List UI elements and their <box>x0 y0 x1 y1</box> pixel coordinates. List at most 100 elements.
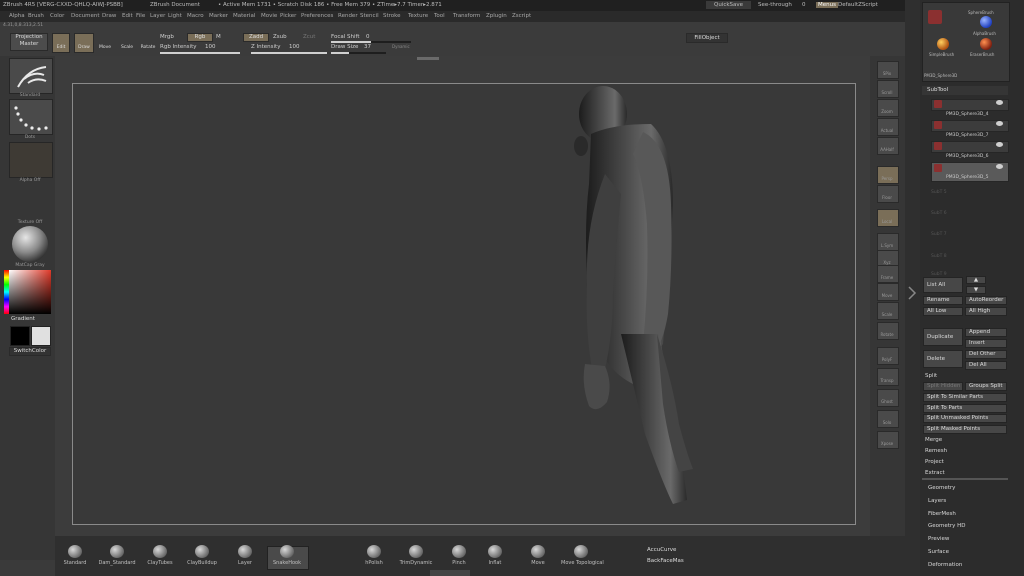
projection-master-button[interactable]: Projection Master <box>10 33 48 51</box>
menu-macro[interactable]: Macro <box>187 13 204 19</box>
zoom-button[interactable] <box>877 99 899 117</box>
accucurve-button[interactable]: AccuCurve <box>647 547 676 553</box>
split-hidden-button[interactable]: Split Hidden <box>923 382 963 391</box>
brush-selector[interactable] <box>9 58 53 94</box>
brush-name-alpha[interactable]: AlphaBrush <box>973 31 996 36</box>
brush-layer-icon[interactable] <box>238 545 252 558</box>
menu-stroke[interactable]: Stroke <box>383 13 401 19</box>
panel-tray-divider[interactable] <box>905 0 920 576</box>
xpose-button[interactable] <box>877 431 899 449</box>
draw-button[interactable]: Draw <box>74 33 94 53</box>
brush-move-topological-icon[interactable] <box>574 545 588 558</box>
empty-subtool-slot[interactable]: SubT 5 <box>931 190 947 195</box>
duplicate-button[interactable]: Duplicate <box>923 328 963 346</box>
main-color-swatch[interactable] <box>10 326 30 346</box>
solo-button[interactable] <box>877 410 899 428</box>
brush-name-sphere[interactable]: SphereBrush <box>968 10 994 15</box>
stroke-selector[interactable] <box>9 99 53 135</box>
split-similar-parts-button[interactable]: Split To Similar Parts <box>923 393 1007 402</box>
default-zscript-button[interactable]: DefaultZScript <box>838 2 878 8</box>
project-section[interactable]: Project <box>925 459 944 465</box>
delete-button[interactable]: Delete <box>923 350 963 368</box>
menu-draw[interactable]: Draw <box>102 13 116 19</box>
fillobject-button[interactable]: FillObject <box>686 33 728 43</box>
menu-texture[interactable]: Texture <box>408 13 428 19</box>
see-through-value[interactable]: 0 <box>802 2 806 8</box>
split-section[interactable]: Split <box>925 373 937 379</box>
menu-tool[interactable]: Tool <box>434 13 445 19</box>
autoreorder-button[interactable]: AutoReorder <box>965 296 1007 305</box>
section-preview[interactable]: Preview <box>928 536 949 542</box>
rename-button[interactable]: Rename <box>923 296 963 305</box>
move-button[interactable] <box>877 283 899 301</box>
del-all-button[interactable]: Del All <box>965 361 1007 370</box>
brush-hpolish-label[interactable]: hPolish <box>354 560 394 566</box>
menu-stencil[interactable]: Stencil <box>360 13 379 19</box>
dynamic-button[interactable]: Dynamic <box>392 44 410 49</box>
actual-button[interactable] <box>877 118 899 136</box>
switch-color-button[interactable]: SwitchColor <box>9 347 51 356</box>
rotate-button[interactable] <box>877 322 899 340</box>
brush-pinch-label[interactable]: Pinch <box>439 560 479 566</box>
color-picker-field[interactable] <box>9 270 51 314</box>
scroll-button[interactable] <box>877 80 899 98</box>
frame-button[interactable] <box>877 265 899 283</box>
alphabrush-thumbnail-icon[interactable] <box>980 16 992 28</box>
focal-shift-slider[interactable] <box>331 41 411 43</box>
eraserbrush-thumbnail-icon[interactable] <box>980 38 992 50</box>
menu-render[interactable]: Render <box>338 13 358 19</box>
brush-dam-standard-label[interactable]: Dam_Standard <box>97 560 137 566</box>
menu-light[interactable]: Light <box>168 13 182 19</box>
brush-claytubes-label[interactable]: ClayTubes <box>140 560 180 566</box>
brush-move-topological-label[interactable]: Move Topological <box>561 560 604 566</box>
brush-standard-label[interactable]: Standard <box>55 560 95 566</box>
transp-button[interactable] <box>877 368 899 386</box>
rgb-intensity-value[interactable]: 100 <box>205 44 216 50</box>
brush-inflat-label[interactable]: Inflat <box>475 560 515 566</box>
menu-marker[interactable]: Marker <box>209 13 228 19</box>
menu-picker[interactable]: Picker <box>280 13 296 19</box>
split-masked-points-button[interactable]: Split Masked Points <box>923 425 1007 434</box>
draw-size-value[interactable]: 37 <box>364 44 371 50</box>
brush-move-label[interactable]: Move <box>518 560 558 566</box>
subtool-header[interactable]: SubTool <box>922 86 1008 95</box>
menu-document[interactable]: Document <box>71 13 100 19</box>
menu-brush[interactable]: Brush <box>28 13 44 19</box>
brush-name-pm3d[interactable]: PM3D_Sphere3D <box>924 73 957 78</box>
brush-inflat-icon[interactable] <box>488 545 502 558</box>
quicksave-button[interactable]: QuickSave <box>706 1 752 9</box>
rgb-button[interactable]: Rgb <box>187 33 213 42</box>
menu-file[interactable]: File <box>136 13 145 19</box>
list-all-button[interactable]: List All <box>923 277 963 293</box>
section-geometry-hd[interactable]: Geometry HD <box>928 523 966 529</box>
scale-button[interactable] <box>877 302 899 320</box>
material-sphere-icon[interactable] <box>12 226 48 262</box>
top-scroll-handle[interactable] <box>417 57 439 60</box>
floor-button[interactable] <box>877 185 899 203</box>
polyf-button[interactable] <box>877 347 899 365</box>
split-to-parts-button[interactable]: Split To Parts <box>923 404 1007 413</box>
section-fibermesh[interactable]: FiberMesh <box>928 511 956 517</box>
brush-snakehook-label[interactable]: SnakeHook <box>267 560 307 566</box>
remesh-section[interactable]: Remesh <box>925 448 947 454</box>
brush-snakehook-icon[interactable] <box>280 545 294 558</box>
focal-shift-value[interactable]: 0 <box>366 34 370 40</box>
menu-preferences[interactable]: Preferences <box>301 13 333 19</box>
split-unmasked-points-button[interactable]: Split Unmasked Points <box>923 414 1007 423</box>
local-button[interactable] <box>877 209 899 227</box>
zcut-button[interactable]: Zcut <box>303 34 315 40</box>
groups-split-button[interactable]: Groups Split <box>965 382 1007 391</box>
menu-edit[interactable]: Edit <box>122 13 133 19</box>
empty-subtool-slot[interactable]: SubT 6 <box>931 211 947 216</box>
simplebrush-thumbnail-icon[interactable] <box>937 38 949 50</box>
m-button[interactable]: M <box>216 34 221 40</box>
spix-button[interactable] <box>877 61 899 79</box>
brush-move-icon[interactable] <box>531 545 545 558</box>
menu-zscript[interactable]: Zscript <box>512 13 531 19</box>
ghost-button[interactable] <box>877 389 899 407</box>
brush-trimdynamic-label[interactable]: TrimDynamic <box>396 560 436 566</box>
menus-button[interactable]: Menus <box>816 2 838 8</box>
document-canvas[interactable] <box>72 83 856 525</box>
visibility-eye-icon[interactable] <box>996 100 1003 105</box>
hue-strip[interactable] <box>4 270 9 314</box>
